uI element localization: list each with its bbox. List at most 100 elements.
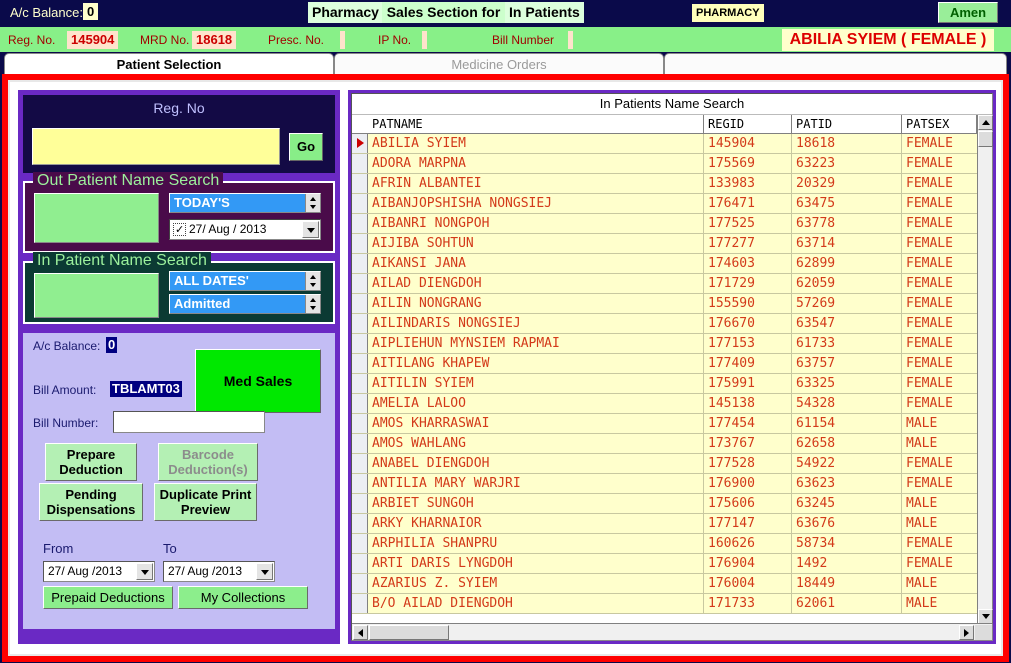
out-patient-date-picker[interactable]: 27/ Aug / 2013 [169,219,321,240]
table-row[interactable]: ARKY KHARNAIOR 177147 63676 MALE [352,514,977,534]
row-selector[interactable] [352,434,368,453]
cell-patsex: FEMALE [906,476,953,491]
out-patient-name-input[interactable] [34,193,159,243]
table-row[interactable]: ARPHILIA SHANPRU 160626 58734 FEMALE [352,534,977,554]
table-row[interactable]: AFRIN ALBANTEI 133983 20329 FEMALE [352,174,977,194]
pending-dispensations-button[interactable]: Pending Dispensations [39,483,143,521]
table-row[interactable]: AILAD DIENGDOH 171729 62059 FEMALE [352,274,977,294]
table-row[interactable]: AILIN NONGRANG 155590 57269 FEMALE [352,294,977,314]
row-selector[interactable] [352,594,368,613]
in-patient-status-spinner[interactable]: Admitted [169,294,321,314]
row-selector[interactable] [352,534,368,553]
to-date-value: 27/ Aug /2013 [168,564,243,578]
row-selector[interactable] [352,254,368,273]
scroll-up-icon[interactable] [978,115,993,130]
cell-regid: 177454 [704,414,792,433]
row-selector[interactable] [352,354,368,373]
table-row[interactable]: ANTILIA MARY WARJRI 176900 63623 FEMALE [352,474,977,494]
table-row[interactable]: AMOS KHARRASWAI 177454 61154 MALE [352,414,977,434]
chevron-down-icon[interactable] [256,563,273,580]
amen-button[interactable]: Amen [938,2,998,23]
duplicate-print-preview-button[interactable]: Duplicate Print Preview [154,483,257,521]
from-date-picker[interactable]: 27/ Aug /2013 [43,561,155,582]
row-selector[interactable] [352,574,368,593]
bill-number-input[interactable] [113,411,265,433]
panel-ac-balance-label: A/c Balance: [33,339,101,353]
table-row[interactable]: AIPLIEHUN MYNSIEM RAPMAI 177153 61733 FEMAL… [352,334,977,354]
out-patient-range-spinner[interactable]: TODAY'S [169,193,321,213]
row-selector[interactable] [352,194,368,213]
row-selector[interactable] [352,314,368,333]
table-row[interactable]: AILINDARIS NONGSIEJ 176670 63547 FEMALE [352,314,977,334]
table-row[interactable]: AITILIN SYIEM 175991 63325 FEMALE [352,374,977,394]
table-row[interactable]: ARBIET SUNGOH 175606 63245 MALE [352,494,977,514]
table-row[interactable]: AMOS WAHLANG 173767 62658 MALE [352,434,977,454]
ac-balance-value: 0 [83,3,99,20]
reg-no-input[interactable] [32,128,280,165]
spinner-arrows-icon[interactable] [305,194,320,212]
grid-header-row: PATNAME REGID PATID PATSEX [352,115,992,134]
cell-patname: AIBANRI NONGPOH [368,214,704,233]
column-header-regid[interactable]: REGID [704,115,792,133]
column-header-patid[interactable]: PATID [792,115,902,133]
table-row[interactable]: ADORA MARPNA 175569 63223 FEMALE [352,154,977,174]
table-row[interactable]: B/O AILAD DIENGDOH 171733 62061 MALE [352,594,977,614]
scroll-down-icon[interactable] [978,609,993,624]
go-button[interactable]: Go [289,133,323,161]
my-collections-button[interactable]: My Collections [178,586,308,609]
barcode-deduction-button: Barcode Deduction(s) [158,443,258,481]
spinner-arrows-icon[interactable] [305,295,320,313]
med-sales-button[interactable]: Med Sales [195,349,321,413]
scroll-right-icon[interactable] [959,625,974,640]
prepare-deduction-button[interactable]: Prepare Deduction [45,443,137,481]
row-selector[interactable] [352,494,368,513]
chevron-down-icon[interactable] [302,221,319,238]
horizontal-scroll-thumb[interactable] [369,625,449,640]
horizontal-scrollbar[interactable] [352,623,992,640]
row-selector[interactable] [352,474,368,493]
cell-regid: 176900 [704,474,792,493]
prepaid-deductions-button[interactable]: Prepaid Deductions [43,586,173,609]
table-row[interactable]: AIBANJOPSHISHA NONGSIEJ 176471 63475 FEMALE [352,194,977,214]
row-selector[interactable] [352,514,368,533]
cell-patsex: FEMALE [906,196,953,211]
row-selector[interactable] [352,174,368,193]
tab-medicine-orders[interactable]: Medicine Orders [334,53,664,76]
in-patient-range-spinner[interactable]: ALL DATES' [169,271,321,291]
cell-patname: AFRIN ALBANTEI [368,174,704,193]
column-header-patname[interactable]: PATNAME [368,115,704,133]
table-row[interactable]: ARTI DARIS LYNGDOH 176904 1492 FEMALE [352,554,977,574]
tab-patient-selection[interactable]: Patient Selection [4,53,334,76]
row-selector[interactable] [352,214,368,233]
row-selector[interactable] [352,154,368,173]
table-row[interactable]: ABILIA SYIEM 145904 18618 FEMALE [352,134,977,154]
row-selector[interactable] [352,414,368,433]
cell-patname: ANABEL DIENGDOH [368,454,704,473]
row-selector[interactable] [352,554,368,573]
table-row[interactable]: AIKANSI JANA 174603 62899 FEMALE [352,254,977,274]
table-row[interactable]: AZARIUS Z. SYIEM 176004 18449 MALE [352,574,977,594]
row-selector[interactable] [352,334,368,353]
row-selector[interactable] [352,454,368,473]
row-selector[interactable] [352,294,368,313]
row-selector[interactable] [352,234,368,253]
table-row[interactable]: AIBANRI NONGPOH 177525 63778 FEMALE [352,214,977,234]
to-date-picker[interactable]: 27/ Aug /2013 [163,561,275,582]
row-selector[interactable] [352,134,368,153]
cell-regid: 171733 [704,594,792,613]
chevron-down-icon[interactable] [136,563,153,580]
row-selector[interactable] [352,274,368,293]
spinner-arrows-icon[interactable] [305,272,320,290]
table-row[interactable]: AITILANG KHAPEW 177409 63757 FEMALE [352,354,977,374]
vertical-scroll-thumb[interactable] [978,131,993,147]
row-selector[interactable] [352,374,368,393]
in-patient-name-input[interactable] [34,273,159,318]
vertical-scrollbar[interactable] [977,115,993,624]
table-row[interactable]: AIJIBA SOHTUN 177277 63714 FEMALE [352,234,977,254]
date-checkbox-icon[interactable] [173,221,186,240]
row-selector[interactable] [352,394,368,413]
table-row[interactable]: AMELIA LALOO 145138 54328 FEMALE [352,394,977,414]
column-header-patsex[interactable]: PATSEX [902,115,977,133]
table-row[interactable]: ANABEL DIENGDOH 177528 54922 FEMALE [352,454,977,474]
scroll-left-icon[interactable] [353,625,368,640]
